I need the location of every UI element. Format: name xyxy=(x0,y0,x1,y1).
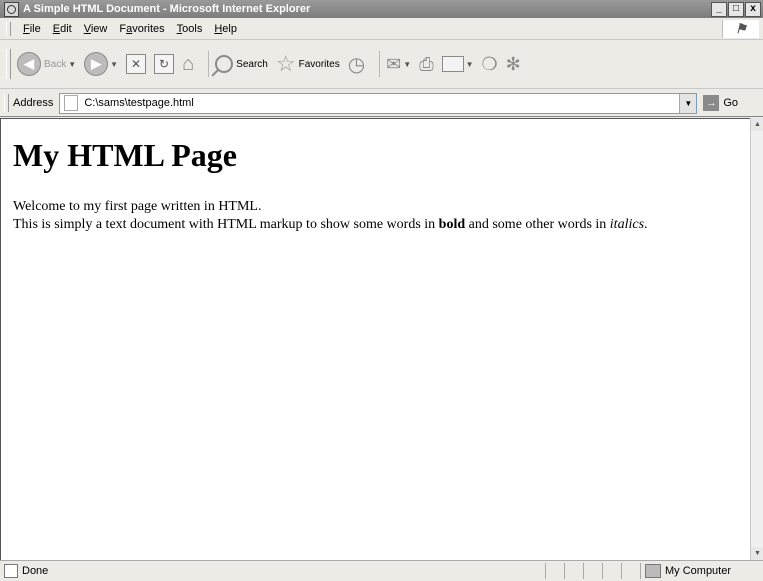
history-button[interactable]: ◷ xyxy=(348,52,365,77)
menu-file[interactable]: File xyxy=(17,23,47,35)
menu-favorites[interactable]: Favorites xyxy=(113,23,170,35)
window-title: A Simple HTML Document - Microsoft Inter… xyxy=(23,3,311,15)
page-done-icon xyxy=(4,564,18,578)
page-content[interactable]: My HTML Page Welcome to my first page wr… xyxy=(0,118,750,561)
page-icon xyxy=(64,95,79,111)
bold-word: bold xyxy=(438,217,466,232)
mail-icon: ✉ xyxy=(386,53,402,74)
toolbar-separator xyxy=(208,51,210,77)
intro-line: Welcome to my first page written in HTML… xyxy=(13,199,262,214)
windows-flag-icon: ⚑ xyxy=(735,21,747,36)
discuss-icon: ❍ xyxy=(481,53,498,74)
toolbar-grip[interactable] xyxy=(4,94,9,112)
search-label: Search xyxy=(236,58,268,70)
refresh-icon: ↻ xyxy=(154,54,175,74)
menu-view[interactable]: View xyxy=(78,23,114,35)
printer-icon: ⎙ xyxy=(419,53,434,74)
menu-edit[interactable]: Edit xyxy=(47,23,78,35)
security-zone[interactable]: My Computer xyxy=(640,563,763,579)
star-icon: ☆ xyxy=(275,51,296,76)
status-pane xyxy=(545,563,564,579)
status-pane xyxy=(583,563,602,579)
menu-view-key: V xyxy=(83,23,91,35)
home-icon: ⌂ xyxy=(182,52,195,75)
menu-tools-rest: ools xyxy=(182,23,203,35)
edit-icon xyxy=(441,56,464,72)
go-button[interactable]: → Go xyxy=(703,95,738,111)
back-arrow-icon: ◀ xyxy=(17,52,41,76)
stop-icon: ✕ xyxy=(126,54,147,74)
menu-help-rest: elp xyxy=(222,23,237,35)
status-pane xyxy=(564,563,583,579)
page-heading: My HTML Page xyxy=(13,137,237,173)
zone-text: My Computer xyxy=(665,565,732,577)
scroll-up-icon[interactable]: ▲ xyxy=(751,118,763,131)
print-button[interactable]: ⎙ xyxy=(419,54,433,75)
desc-text-middle: and some other words in xyxy=(465,217,610,232)
browser-window: A Simple HTML Document - Microsoft Inter… xyxy=(0,0,763,581)
menu-file-key: F xyxy=(23,23,30,35)
toolbar-grip[interactable] xyxy=(6,22,11,36)
address-dropdown-icon[interactable]: ▼ xyxy=(679,93,697,113)
messenger-button[interactable]: ✻ xyxy=(506,54,521,75)
home-button[interactable]: ⌂ xyxy=(182,53,194,76)
address-bar: Address ▼ → Go xyxy=(0,90,763,117)
menu-edit-key: E xyxy=(52,23,61,35)
description-line: This is simply a text document with HTML… xyxy=(13,216,750,234)
vertical-scrollbar[interactable]: ▲ ▼ xyxy=(750,118,763,560)
minimize-button[interactable]: _ xyxy=(711,1,727,17)
standard-toolbar: ◀ Back ▼ ▶ ▼ ✕ ↻ ⌂ Search ☆ Favorites ◷ xyxy=(0,40,763,89)
menu-favorites-rest: vorites xyxy=(132,23,165,35)
edit-button[interactable]: ▼ xyxy=(441,56,474,72)
address-input[interactable] xyxy=(84,97,645,109)
desc-text-end: . xyxy=(644,217,648,232)
menu-file-rest: ile xyxy=(29,23,41,35)
messenger-icon: ✻ xyxy=(505,53,521,74)
status-pane xyxy=(621,563,640,579)
title-bar[interactable]: A Simple HTML Document - Microsoft Inter… xyxy=(0,0,763,18)
menu-help[interactable]: Help xyxy=(208,23,243,35)
italic-word: italics xyxy=(609,217,645,232)
go-label: Go xyxy=(723,97,739,109)
back-button[interactable]: ◀ Back ▼ xyxy=(17,52,76,76)
favorites-label: Favorites xyxy=(298,58,340,70)
computer-icon xyxy=(645,564,661,578)
scroll-down-icon[interactable]: ▼ xyxy=(751,547,763,560)
ie-app-icon[interactable] xyxy=(4,1,19,17)
discuss-button[interactable]: ❍ xyxy=(482,54,498,75)
edit-dropdown-icon[interactable]: ▼ xyxy=(466,60,474,69)
status-text: Done xyxy=(22,565,49,577)
toolbar-grip[interactable] xyxy=(6,49,11,79)
back-label: Back xyxy=(44,58,67,70)
document-body: My HTML Page Welcome to my first page wr… xyxy=(1,137,750,234)
window-controls: _ □ x xyxy=(711,1,761,17)
menu-view-rest: iew xyxy=(90,23,108,35)
mail-dropdown-icon[interactable]: ▼ xyxy=(403,60,411,69)
refresh-button[interactable]: ↻ xyxy=(154,54,175,74)
status-pane xyxy=(602,563,621,579)
windows-logo-icon: ⚑ xyxy=(722,20,759,38)
search-button[interactable]: Search xyxy=(215,55,268,73)
close-button[interactable]: x xyxy=(745,1,761,17)
address-field[interactable]: ▼ xyxy=(59,92,698,114)
status-bar: Done My Computer xyxy=(0,560,763,581)
search-icon xyxy=(215,55,234,73)
maximize-button[interactable]: □ xyxy=(728,1,744,17)
menu-edit-rest: dit xyxy=(60,23,72,35)
desc-text-start: This is simply a text document with HTML… xyxy=(13,217,439,232)
mail-button[interactable]: ✉ ▼ xyxy=(386,54,411,75)
stop-button[interactable]: ✕ xyxy=(126,54,147,74)
toolbar-separator xyxy=(379,51,381,77)
menu-bar: File Edit View Favorites Tools Help ⚑ xyxy=(0,19,763,40)
forward-button[interactable]: ▶ ▼ xyxy=(84,52,118,76)
forward-arrow-icon: ▶ xyxy=(84,52,109,76)
favorites-button[interactable]: ☆ Favorites xyxy=(276,53,340,75)
go-arrow-icon: → xyxy=(703,95,720,111)
history-icon: ◷ xyxy=(347,53,366,76)
menu-tools[interactable]: Tools xyxy=(171,23,209,35)
forward-dropdown-icon[interactable]: ▼ xyxy=(110,60,118,69)
back-dropdown-icon[interactable]: ▼ xyxy=(68,60,76,69)
address-label: Address xyxy=(13,97,54,109)
